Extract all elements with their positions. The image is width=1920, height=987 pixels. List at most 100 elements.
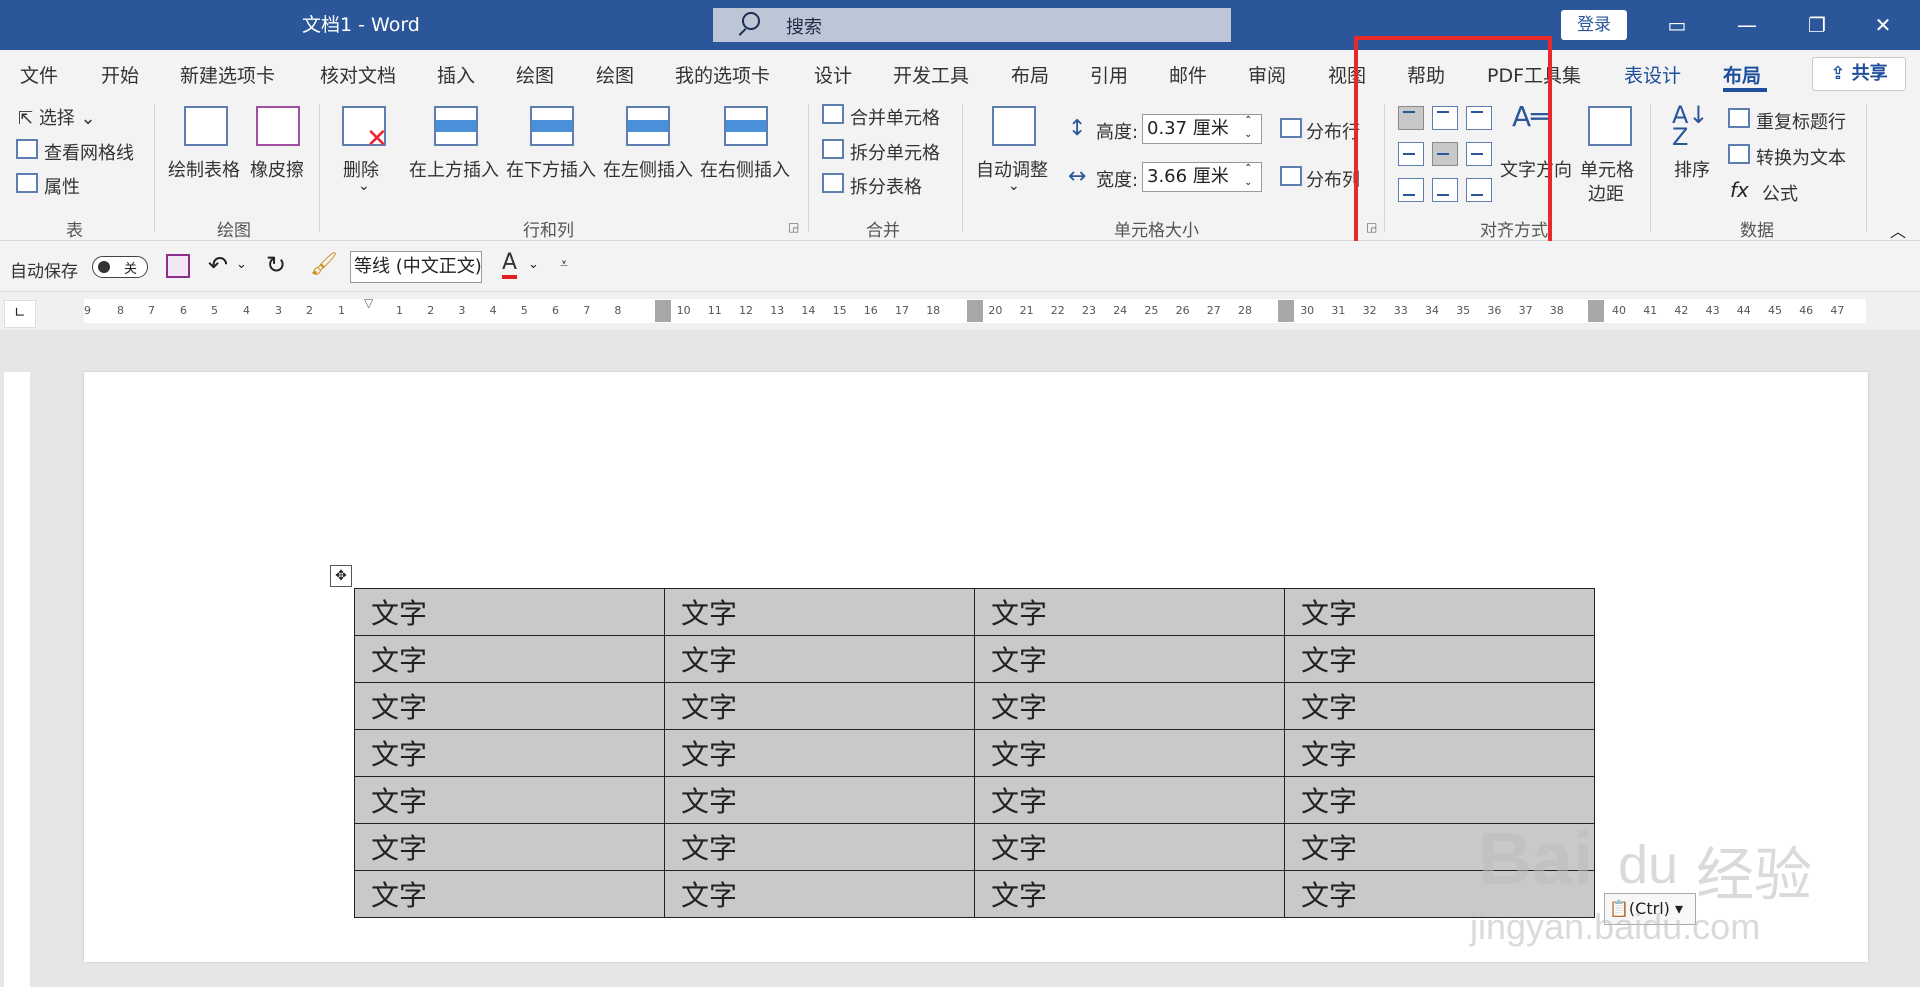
- search-icon: [742, 12, 760, 30]
- tab-table-layout[interactable]: 布局: [1723, 61, 1761, 88]
- cell-margins-button[interactable]: 单元格: [1580, 156, 1634, 182]
- tab-new[interactable]: 新建选项卡: [180, 61, 275, 88]
- tab-selector[interactable]: ∟: [4, 300, 36, 328]
- tab-file[interactable]: 文件: [20, 61, 58, 88]
- tab-table-design[interactable]: 表设计: [1624, 61, 1681, 88]
- restore-icon[interactable]: ❐: [1787, 8, 1847, 42]
- save-icon[interactable]: [166, 254, 190, 278]
- table-cell[interactable]: 文字: [974, 635, 1285, 683]
- table-cell[interactable]: 文字: [664, 870, 975, 918]
- eraser-button[interactable]: 橡皮擦: [250, 156, 304, 182]
- tab-developer[interactable]: 开发工具: [893, 61, 969, 88]
- tab-insert[interactable]: 插入: [437, 61, 475, 88]
- ruler-number: 33: [1393, 304, 1408, 317]
- tab-my-tab[interactable]: 我的选项卡: [675, 61, 770, 88]
- table-cell[interactable]: 文字: [664, 635, 975, 683]
- distribute-rows-button[interactable]: 分布行: [1306, 118, 1360, 144]
- table-cell[interactable]: 文字: [974, 729, 1285, 777]
- table-cell[interactable]: 文字: [354, 588, 665, 636]
- group-label-rows-cols: 行和列: [523, 221, 574, 241]
- table-cell[interactable]: 文字: [1284, 635, 1595, 683]
- table-cell[interactable]: 文字: [354, 682, 665, 730]
- table-cell[interactable]: 文字: [974, 870, 1285, 918]
- font-select[interactable]: 等线 (中文正文): [350, 251, 482, 283]
- distribute-cols-button[interactable]: 分布列: [1306, 166, 1360, 192]
- height-spinner[interactable]: ⌃ ⌄: [1244, 114, 1252, 142]
- font-color-icon[interactable]: A: [502, 251, 518, 279]
- width-label: 宽度:: [1096, 170, 1139, 191]
- undo-icon[interactable]: ↶: [208, 251, 228, 279]
- tab-review[interactable]: 审阅: [1248, 61, 1286, 88]
- repeat-header-button[interactable]: 重复标题行: [1756, 108, 1846, 134]
- view-gridlines-button[interactable]: 查看网格线: [44, 139, 134, 165]
- tab-proofread[interactable]: 核对文档: [320, 61, 396, 88]
- table-cell[interactable]: 文字: [664, 729, 975, 777]
- document-table[interactable]: 文字 文字 文字 文字 文字 文字 文字 文字 文字 文字 文字 文字 文字 文字 文字 文字 文字 文字 文字 文字…: [354, 588, 1595, 918]
- table-cell[interactable]: 文字: [664, 682, 975, 730]
- tab-design[interactable]: 设计: [814, 61, 852, 88]
- tab-mailings[interactable]: 邮件: [1169, 61, 1207, 88]
- ruler-column-marker[interactable]: [655, 300, 671, 322]
- table-cell[interactable]: 文字: [974, 588, 1285, 636]
- ruler-number: 32: [1362, 304, 1377, 317]
- table-cell[interactable]: 文字: [664, 823, 975, 871]
- insert-below-button[interactable]: 在下方插入: [506, 156, 596, 182]
- ribbon-display-options-icon[interactable]: ▭: [1647, 8, 1707, 42]
- table-cell[interactable]: 文字: [354, 870, 665, 918]
- chevron-down-icon[interactable]: ⌄: [236, 257, 247, 272]
- tab-draw-2[interactable]: 绘图: [596, 61, 634, 88]
- ruler-column-marker[interactable]: [1278, 300, 1294, 322]
- ruler-number: 14: [801, 304, 816, 317]
- ruler-number: 28: [1238, 304, 1252, 317]
- table-cell[interactable]: 文字: [354, 729, 665, 777]
- table-cell[interactable]: 文字: [664, 588, 975, 636]
- split-cells-button[interactable]: 拆分单元格: [850, 139, 940, 165]
- customize-qat-icon[interactable]: ⩡: [560, 256, 568, 272]
- ruler-number: 34: [1425, 304, 1439, 317]
- properties-button[interactable]: 属性: [44, 173, 80, 199]
- table-cell[interactable]: 文字: [1284, 729, 1595, 777]
- login-button[interactable]: 登录: [1561, 10, 1627, 40]
- dialog-launcher-icon[interactable]: ◲: [788, 220, 799, 234]
- table-cell[interactable]: 文字: [354, 776, 665, 824]
- table-cell[interactable]: 文字: [1284, 682, 1595, 730]
- chevron-down-icon[interactable]: ⌄: [528, 257, 539, 272]
- close-icon[interactable]: ✕: [1853, 8, 1913, 42]
- ruler-number: 25: [1144, 304, 1159, 317]
- format-painter-icon[interactable]: 🖌: [310, 252, 338, 277]
- indent-marker-icon[interactable]: ▽: [364, 296, 373, 310]
- redo-icon[interactable]: ↻: [266, 251, 286, 279]
- insert-left-button[interactable]: 在左侧插入: [603, 156, 693, 182]
- ruler-column-marker[interactable]: [967, 300, 983, 322]
- vertical-ruler[interactable]: [4, 372, 30, 987]
- share-button[interactable]: ⇪ 共享: [1812, 57, 1906, 91]
- table-move-handle-icon[interactable]: ✥: [330, 565, 352, 587]
- tab-page-layout[interactable]: 布局: [1011, 61, 1049, 88]
- tab-home[interactable]: 开始: [101, 61, 139, 88]
- select-button[interactable]: ⇱ 选择 ⌄: [18, 104, 96, 130]
- table-cell[interactable]: 文字: [1284, 588, 1595, 636]
- sort-button[interactable]: 排序: [1674, 156, 1710, 182]
- ruler-number: 26: [1175, 304, 1190, 317]
- table-cell[interactable]: 文字: [354, 635, 665, 683]
- table-cell[interactable]: 文字: [354, 823, 665, 871]
- split-table-button[interactable]: 拆分表格: [850, 173, 922, 199]
- formula-button[interactable]: 公式: [1762, 180, 1798, 206]
- ruler-number: 6: [552, 304, 559, 317]
- minimize-icon[interactable]: —: [1717, 8, 1777, 42]
- width-spinner[interactable]: ⌃ ⌄: [1244, 162, 1252, 190]
- draw-table-button[interactable]: 绘制表格: [168, 156, 240, 182]
- table-cell[interactable]: 文字: [664, 776, 975, 824]
- convert-to-text-button[interactable]: 转换为文本: [1756, 144, 1846, 170]
- collapse-ribbon-icon[interactable]: ︿: [1890, 218, 1906, 242]
- merge-cells-button[interactable]: 合并单元格: [850, 104, 940, 130]
- ruler-column-marker[interactable]: [1588, 300, 1604, 322]
- table-cell[interactable]: 文字: [974, 823, 1285, 871]
- tab-draw[interactable]: 绘图: [516, 61, 554, 88]
- delete-x-icon: ✕: [366, 124, 388, 154]
- tab-references[interactable]: 引用: [1090, 61, 1128, 88]
- insert-above-button[interactable]: 在上方插入: [409, 156, 499, 182]
- table-cell[interactable]: 文字: [974, 682, 1285, 730]
- insert-right-button[interactable]: 在右侧插入: [700, 156, 790, 182]
- table-cell[interactable]: 文字: [974, 776, 1285, 824]
